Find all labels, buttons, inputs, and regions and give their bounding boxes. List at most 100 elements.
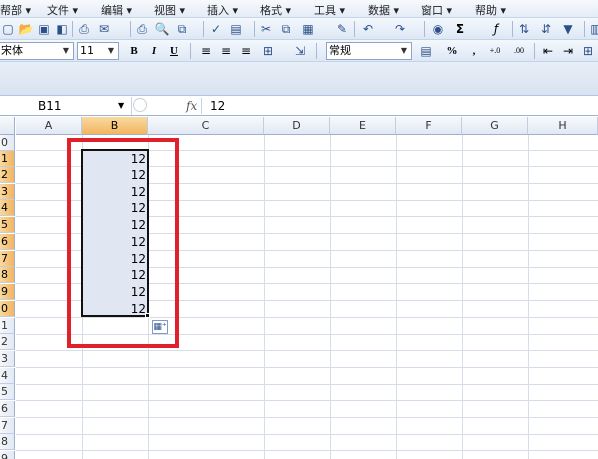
cancel-entry-icon[interactable] — [133, 98, 147, 112]
toolbar-band — [0, 62, 598, 96]
number-format-value: 常规 — [329, 44, 351, 57]
row-header[interactable]: 5 — [0, 384, 15, 400]
select-all-corner[interactable] — [0, 117, 15, 135]
print-icon[interactable]: ⎙ — [134, 21, 150, 37]
row-header[interactable]: 7 — [0, 251, 15, 267]
bold-button[interactable]: B — [126, 43, 142, 59]
row-header[interactable]: 4 — [0, 368, 15, 384]
row-header[interactable]: 8 — [0, 267, 15, 283]
chevron-down-icon: ▼ — [107, 46, 115, 55]
currency-icon[interactable]: ▤ — [418, 43, 434, 59]
chevron-down-icon: ▼ — [400, 46, 408, 55]
italic-button[interactable]: I — [146, 43, 162, 59]
chart-icon[interactable]: ▥ — [588, 21, 598, 37]
filter-icon[interactable]: ▼ — [560, 21, 576, 37]
align-left-icon[interactable]: ≡ — [198, 43, 214, 59]
undo-icon[interactable]: ↶ — [360, 21, 376, 37]
name-box[interactable]: B11 ▼ — [0, 97, 132, 115]
sort-ascending-icon[interactable]: ⇅ — [516, 21, 532, 37]
row-header[interactable]: 2 — [0, 167, 15, 183]
name-box-value: B11 — [38, 99, 62, 113]
column-header-e[interactable]: E — [330, 117, 396, 135]
cut-icon[interactable]: ✂ — [258, 21, 274, 37]
new-file-icon[interactable]: ▢ — [0, 21, 16, 37]
formula-bar: B11 ▼ fx 12 — [0, 96, 598, 116]
menu-item-help[interactable]: 帮助 ▾ — [475, 2, 506, 18]
copy-icon[interactable]: ⧉ — [278, 21, 294, 37]
menu-item-format[interactable]: 格式 ▾ — [260, 2, 291, 18]
font-size-value: 11 — [80, 44, 94, 57]
font-name-select[interactable]: 宋体 ▼ — [0, 42, 74, 60]
chevron-down-icon: ▼ — [62, 46, 70, 55]
borders-icon[interactable]: ⊞ — [580, 43, 596, 59]
menu-item-tools[interactable]: 工具 ▾ — [314, 2, 345, 18]
column-header-g[interactable]: G — [462, 117, 528, 135]
comma-style-button[interactable]: , — [466, 43, 482, 59]
increase-indent-icon[interactable]: ⇥ — [560, 43, 576, 59]
chevron-down-icon[interactable]: ▼ — [118, 97, 124, 115]
menu-item-view[interactable]: 视图 ▾ — [154, 2, 185, 18]
formatting-toolbar: 宋体 ▼ 11 ▼ B I U ≡ ≡ ≡ ⊞ ⇲ 常规 ▼ ▤ % , +.0… — [0, 40, 598, 62]
menu-item-window[interactable]: 窗口 ▾ — [421, 2, 452, 18]
align-center-icon[interactable]: ≡ — [218, 43, 234, 59]
column-header-c[interactable]: C — [148, 117, 264, 135]
column-header-b[interactable]: B — [82, 117, 148, 135]
column-header-h[interactable]: H — [528, 117, 598, 135]
menu-item-data[interactable]: 数据 ▾ — [368, 2, 399, 18]
row-header[interactable]: 7 — [0, 418, 15, 434]
research-book-icon[interactable]: ▤ — [228, 21, 244, 37]
merge-center-icon[interactable]: ⊞ — [260, 43, 276, 59]
standard-toolbar: ▢ 📂 ▣ ◧ ⎙ ✉ ⎙ 🔍 ⧉ ✓ ▤ ✂ ⧉ ▦ ✎ ↶ ↷ ◉ Σ ƒ … — [0, 18, 598, 40]
highlight-annotation — [67, 138, 179, 348]
row-header[interactable]: 6 — [0, 234, 15, 250]
row-header[interactable]: 1 — [0, 318, 15, 334]
email-icon[interactable]: ✉ — [96, 21, 112, 37]
print-preview-icon[interactable]: 🔍 — [154, 21, 170, 37]
menu-item-partial[interactable]: 帮部 ▾ — [0, 2, 31, 18]
font-size-select[interactable]: 11 ▼ — [77, 42, 119, 60]
sort-descending-icon[interactable]: ⇵ — [538, 21, 554, 37]
row-header[interactable]: 2 — [0, 334, 15, 350]
row-header[interactable]: 1 — [0, 151, 15, 167]
font-name-value: 宋体 — [1, 44, 23, 57]
paste-icon[interactable]: ▦ — [300, 21, 316, 37]
row-header[interactable]: 0 — [0, 135, 15, 151]
align-right-icon[interactable]: ≡ — [238, 43, 254, 59]
insert-function-fx-icon[interactable]: fx — [186, 97, 197, 115]
redo-icon[interactable]: ↷ — [392, 21, 408, 37]
row-header[interactable]: 0 — [0, 301, 15, 317]
open-folder-icon[interactable]: 📂 — [18, 21, 34, 37]
menu-item-file[interactable]: 文件 ▾ — [47, 2, 78, 18]
decrease-indent-icon[interactable]: ⇤ — [540, 43, 556, 59]
menu-item-insert[interactable]: 插入 ▾ — [207, 2, 238, 18]
column-header-a[interactable]: A — [16, 117, 82, 135]
permission-icon[interactable]: ◧ — [54, 21, 70, 37]
autosum-icon[interactable]: Σ — [452, 21, 468, 37]
row-header[interactable]: 8 — [0, 434, 15, 450]
hyperlink-icon[interactable]: ◉ — [430, 21, 446, 37]
row-header[interactable]: 3 — [0, 351, 15, 367]
format-painter-icon[interactable]: ✎ — [334, 21, 350, 37]
row-header[interactable]: 6 — [0, 401, 15, 417]
increase-decimal-button[interactable]: +.0 — [484, 43, 506, 59]
spelling-icon[interactable]: ✓ — [208, 21, 224, 37]
row-header[interactable]: 9 — [0, 284, 15, 300]
row-header[interactable]: 3 — [0, 184, 15, 200]
column-header-f[interactable]: F — [396, 117, 462, 135]
underline-button[interactable]: U — [166, 43, 182, 59]
formula-input[interactable]: 12 — [210, 97, 225, 115]
percent-button[interactable]: % — [444, 43, 460, 59]
row-header[interactable]: 5 — [0, 217, 15, 233]
menu-item-edit[interactable]: 编辑 ▾ — [101, 2, 132, 18]
insert-function-icon[interactable]: ƒ — [488, 21, 504, 37]
pdf-icon[interactable]: ⎙ — [76, 21, 92, 37]
number-format-select[interactable]: 常规 ▼ — [326, 42, 412, 60]
menu-bar: 帮部 ▾ 文件 ▾ 编辑 ▾ 视图 ▾ 插入 ▾ 格式 ▾ 工具 ▾ 数据 ▾ … — [0, 0, 598, 18]
save-icon[interactable]: ▣ — [36, 21, 52, 37]
row-header[interactable]: 9 — [0, 451, 15, 459]
research-icon[interactable]: ⧉ — [174, 21, 190, 37]
decrease-decimal-button[interactable]: .00 — [508, 43, 530, 59]
row-header[interactable]: 4 — [0, 200, 15, 216]
wrap-text-icon[interactable]: ⇲ — [292, 43, 308, 59]
column-header-d[interactable]: D — [264, 117, 330, 135]
